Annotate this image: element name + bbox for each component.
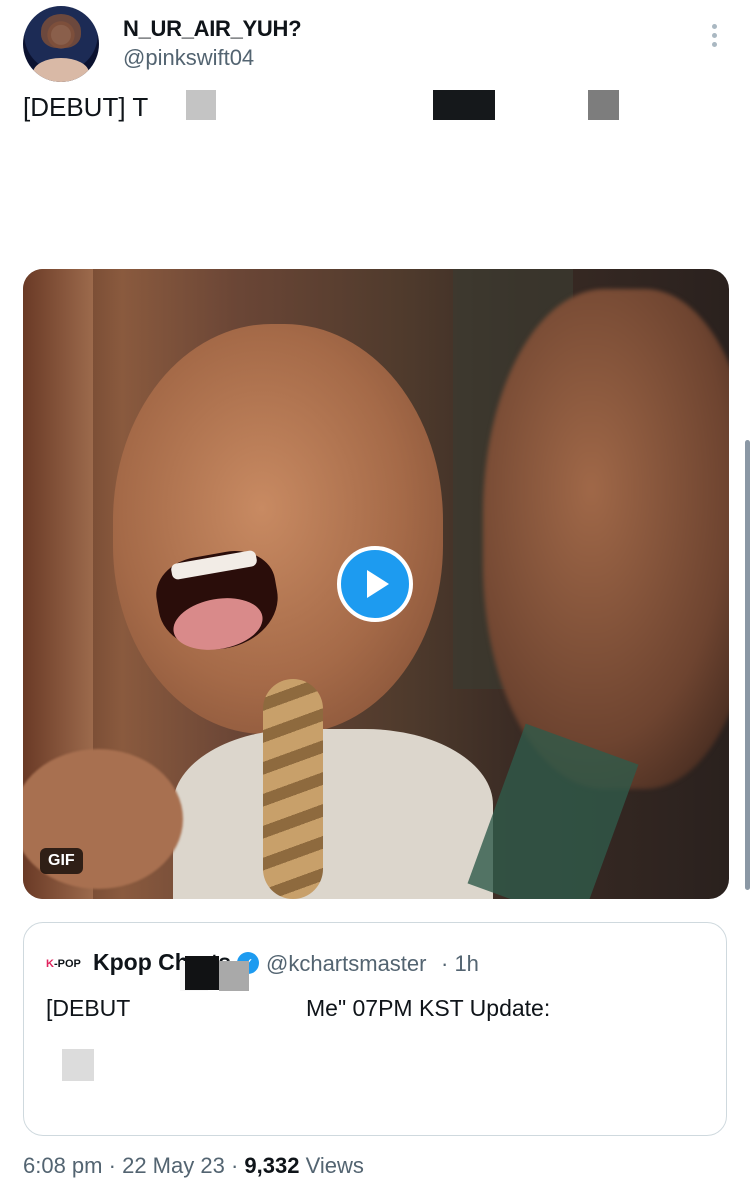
tweet-meta: 6:08 pm · 22 May 23 · 9,332 Views — [23, 1153, 364, 1179]
avatar-shoulders — [33, 58, 89, 82]
more-options-button[interactable] — [708, 24, 720, 52]
play-button[interactable] — [337, 546, 413, 622]
views-count: 9,332 — [244, 1153, 300, 1178]
redaction-block — [62, 1049, 94, 1081]
quoted-author-handle: @kchartsmaster — [266, 951, 427, 976]
tweet-time[interactable]: 6:08 pm — [23, 1153, 103, 1178]
quoted-tweet-text-start: [DEBUT — [46, 995, 131, 1021]
play-icon — [367, 570, 389, 598]
more-dot-icon — [711, 24, 717, 29]
redaction-block — [219, 961, 249, 991]
media-figure — [483, 289, 729, 789]
media-detail — [263, 679, 323, 899]
redaction-block — [185, 956, 219, 990]
kpop-logo: K-POP — [46, 957, 84, 971]
tweet-date[interactable]: 22 May 23 — [122, 1153, 225, 1178]
author-display-name[interactable]: N_UR_AIR_YUH? — [123, 16, 302, 42]
quoted-tweet-card[interactable]: K-POP Kpop Charts ✓ @kchartsmaster · 1h … — [23, 922, 727, 1136]
gif-badge: GIF — [40, 848, 83, 874]
tweet-header: N_UR_AIR_YUH? @pinkswift04 — [0, 0, 752, 90]
quoted-tweet-text-end: Me" 07PM KST Update: — [306, 995, 551, 1021]
quoted-tweet-time: · 1h — [441, 951, 479, 976]
tweet-text: [DEBUT] T — [23, 92, 149, 122]
separator: · — [108, 1153, 116, 1178]
redaction-block — [588, 90, 619, 120]
views-label: Views — [305, 1153, 364, 1178]
separator: · — [230, 1153, 239, 1178]
scrollbar[interactable] — [745, 440, 750, 890]
more-dot-icon — [711, 33, 717, 38]
redaction-block — [433, 90, 495, 120]
redaction-block — [186, 90, 216, 120]
avatar[interactable] — [23, 6, 99, 82]
more-dot-icon — [711, 42, 717, 47]
media-figure — [113, 324, 443, 734]
media-detail — [173, 729, 493, 899]
avatar-hair — [41, 14, 81, 48]
author-handle[interactable]: @pinkswift04 — [123, 45, 254, 71]
